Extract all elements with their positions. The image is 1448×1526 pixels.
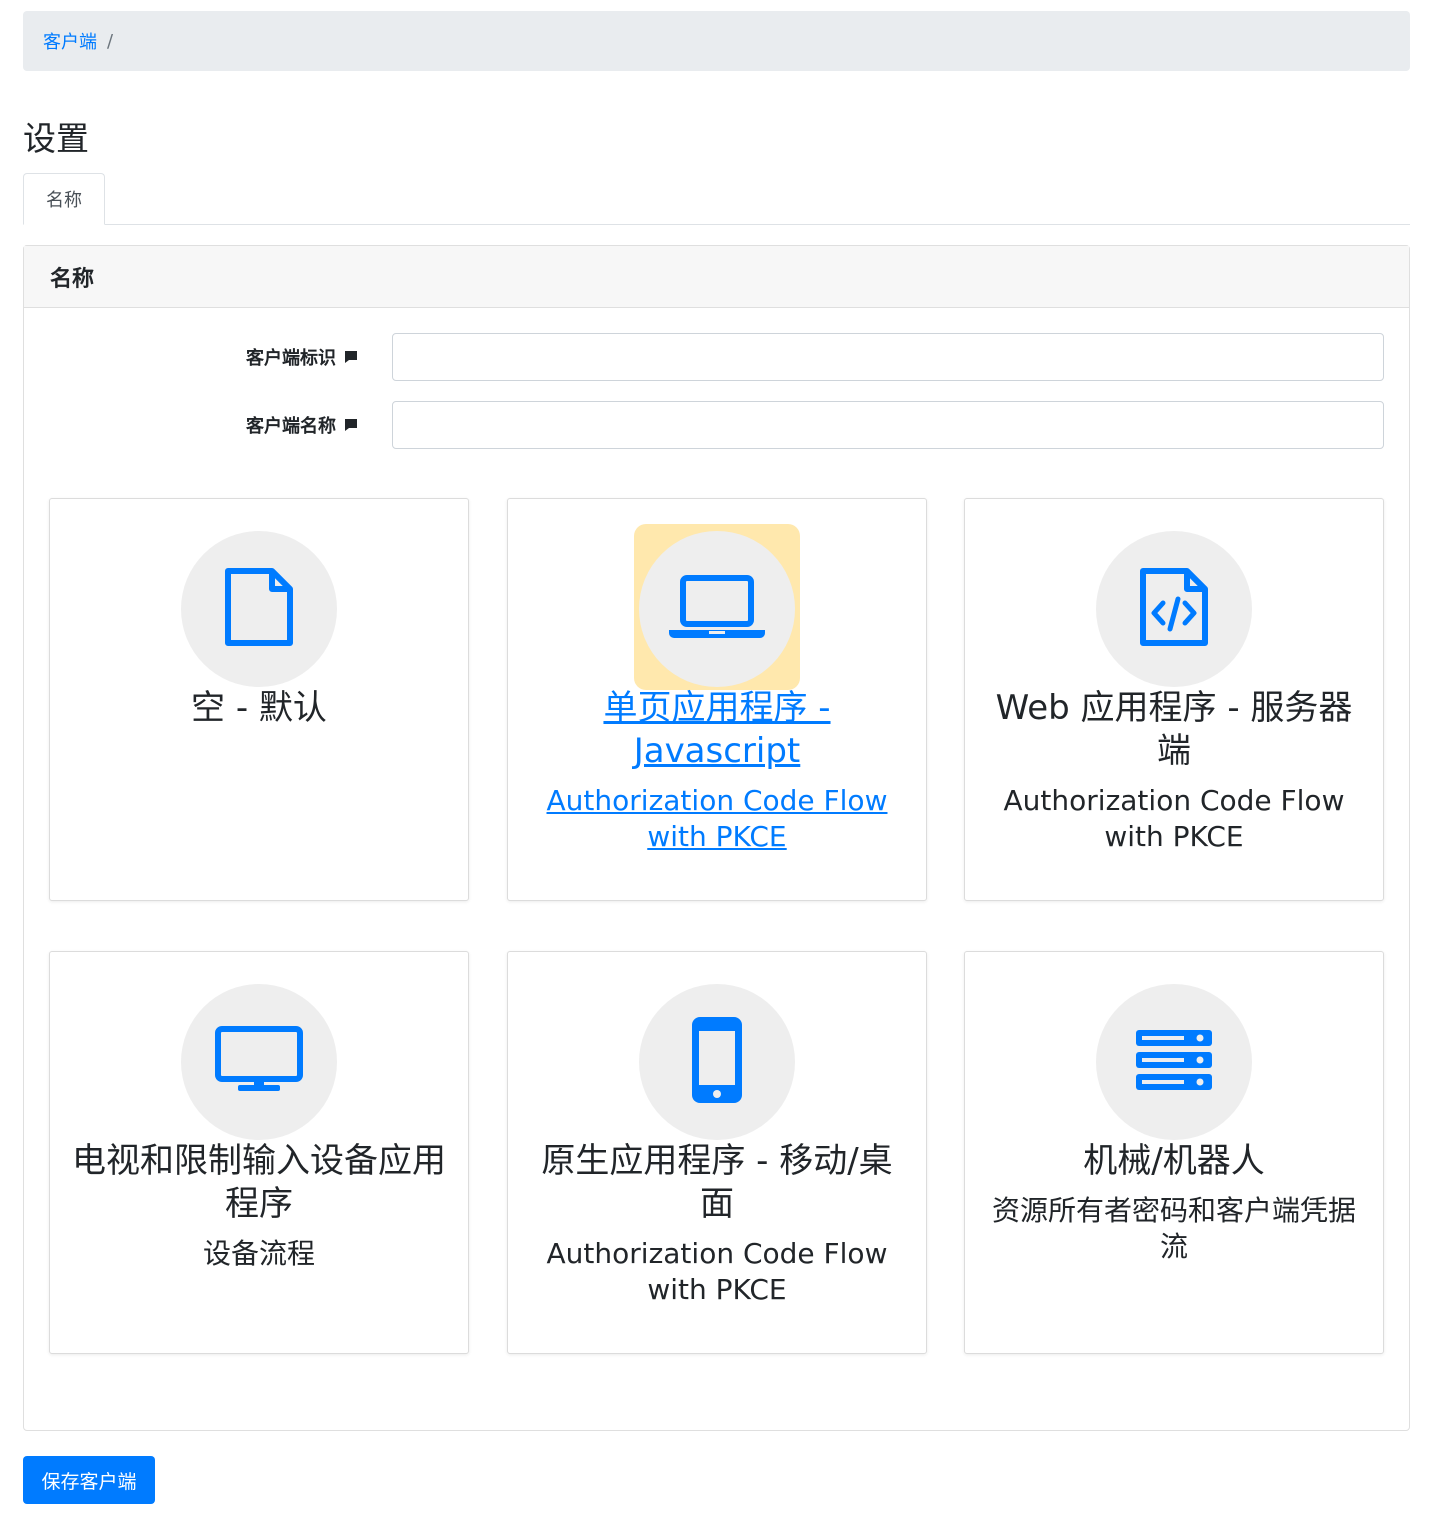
client-id-input[interactable] [392,333,1384,381]
client-type-web-app[interactable]: Web 应用程序 - 服务器端 Authorization Code Flow … [964,498,1384,901]
client-type-machine[interactable]: 机械/机器人 资源所有者密码和客户端凭据流 [964,951,1384,1354]
client-id-label: 客户端标识 [246,348,336,369]
icon-circle [639,531,795,687]
client-type-title: 单页应用程序 - Javascript Authorization Code F… [528,687,906,855]
save-client-button[interactable]: 保存客户端 [23,1456,155,1504]
breadcrumb: 客户端 / [23,11,1410,71]
client-type-subtitle: 设备流程 [202,1237,315,1270]
client-type-subtitle: 资源所有者密码和客户端凭据流 [991,1194,1356,1263]
client-type-spa[interactable]: 单页应用程序 - Javascript Authorization Code F… [507,498,927,901]
client-name-input[interactable] [392,401,1384,449]
client-type-title: 空 - 默认 [191,688,327,728]
page-title: 设置 [23,119,89,158]
mobile-icon [690,1015,744,1109]
client-type-native-app[interactable]: 原生应用程序 - 移动/桌面 Authorization Code Flow w… [507,951,927,1354]
icon-circle [1096,984,1252,1140]
client-type-title: Web 应用程序 - 服务器端 Authorization Code Flow … [985,687,1363,855]
server-icon [1134,1028,1214,1096]
tab-name[interactable]: 名称 [23,173,105,225]
client-name-row: 客户端名称 [24,401,1411,449]
tab-bar: 名称 [23,173,1410,225]
breadcrumb-link-clients[interactable]: 客户端 [43,28,97,54]
client-type-subtitle: Authorization Code Flow with PKCE [546,1237,888,1306]
file-code-icon [1139,567,1209,651]
client-type-title: 原生应用程序 - 移动/桌面 Authorization Code Flow w… [528,1140,906,1308]
required-flag-icon [344,349,358,365]
required-flag-icon [344,417,358,433]
icon-circle [1096,531,1252,687]
name-card: 名称 客户端标识 客户端名称 空 - 默认 单页应用程序 - Javascrip… [23,245,1410,1431]
card-header: 名称 [24,246,1409,308]
client-type-subtitle: Authorization Code Flow with PKCE [1003,784,1345,853]
icon-circle [639,984,795,1140]
laptop-icon [667,572,767,646]
desktop-icon [214,1025,304,1099]
client-type-title: 电视和限制输入设备应用程序 设备流程 [72,1141,446,1270]
breadcrumb-separator: / [107,30,114,52]
client-type-empty[interactable]: 空 - 默认 [49,498,469,901]
client-name-label-wrap: 客户端名称 [246,401,358,449]
client-type-subtitle: Authorization Code Flow with PKCE [546,784,888,853]
client-type-title: 机械/机器人 资源所有者密码和客户端凭据流 [985,1140,1363,1265]
client-name-label: 客户端名称 [246,416,336,437]
client-id-row: 客户端标识 [24,333,1411,381]
client-id-label-wrap: 客户端标识 [246,333,358,381]
icon-circle [181,984,337,1140]
icon-circle [181,531,337,687]
file-icon [224,567,294,651]
client-type-tv-device[interactable]: 电视和限制输入设备应用程序 设备流程 [49,951,469,1354]
